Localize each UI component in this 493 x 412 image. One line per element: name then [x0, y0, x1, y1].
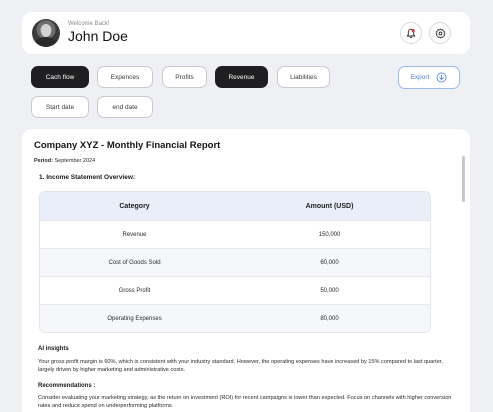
row-category: Cost of Goods Sold [108, 259, 161, 266]
table-row: Cost of Goods Sold 60,000 [40, 248, 430, 276]
row-category: Gross Profit [118, 287, 151, 294]
row-category: Revenue [122, 231, 147, 238]
report-title: Company XYZ - Monthly Financial Report [34, 140, 221, 151]
gear-icon [435, 28, 445, 38]
tab-liabilities[interactable]: Liabilities [277, 66, 330, 88]
row-amount: 60,000 [320, 259, 339, 266]
table-row: Revenue 150,000 [40, 220, 430, 248]
welcome-text: Welcome Back! [68, 21, 110, 27]
user-name: John Doe [68, 28, 128, 44]
period-label: Period: [34, 158, 53, 164]
period-value: September 2024 [54, 158, 96, 164]
income-statement-title: 1. Income Statement Overview: [39, 174, 136, 181]
tab-expenses[interactable]: Expences [97, 66, 153, 88]
recommendations-title: Recommendations : [38, 383, 96, 389]
ai-insights-title: AI insights [38, 346, 69, 352]
row-amount: 150,000 [318, 231, 341, 238]
header-amount: Amount (USD) [305, 202, 354, 210]
recommendations-text: Consider evaluating your marketing strat… [38, 395, 452, 409]
tab-cash-flow[interactable]: Cach flow [31, 66, 89, 88]
settings-button[interactable] [429, 22, 451, 44]
export-label: Export [410, 74, 430, 81]
ai-insights-text: Your gross profit margin is 60%, which i… [38, 359, 443, 373]
row-category: Operating Expenses [107, 315, 162, 322]
header-category: Category [119, 202, 150, 210]
download-icon [436, 72, 447, 83]
bell-icon [406, 28, 416, 38]
table-header: Category Amount (USD) [40, 192, 430, 220]
report-period: Period: September 2024 [34, 158, 95, 164]
notifications-button[interactable] [400, 22, 422, 44]
tab-revenue[interactable]: Revenue [215, 66, 268, 88]
header-card: Welcome Back! John Doe [22, 12, 470, 54]
report-scrollbar[interactable] [462, 156, 465, 202]
start-date-button[interactable]: Start date [31, 96, 89, 118]
report-card: Company XYZ - Monthly Financial Report P… [22, 129, 470, 412]
row-amount: 80,000 [320, 315, 339, 322]
row-amount: 50,000 [320, 287, 339, 294]
export-button[interactable]: Export [398, 66, 460, 89]
income-statement-table: Category Amount (USD) Revenue 150,000 Co… [39, 191, 431, 333]
user-avatar[interactable] [32, 19, 60, 47]
tab-profits[interactable]: Profits [162, 66, 207, 88]
end-date-button[interactable]: end date [97, 96, 153, 118]
table-row: Gross Profit 50,000 [40, 276, 430, 304]
table-row: Operating Expenses 80,000 [40, 304, 430, 332]
